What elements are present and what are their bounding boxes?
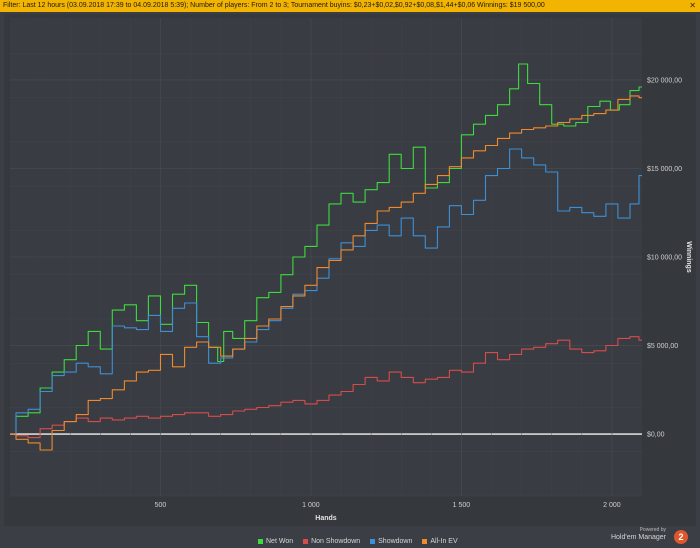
brand-name: Hold'em Manager [610, 534, 666, 541]
chart-frame: $0,00 $5 000,00 $10 000,00 $15 000,00 $20 00… [4, 14, 696, 526]
legend-label: Non Showdown [311, 537, 361, 545]
hm2-logo-icon: 2 [674, 530, 688, 544]
legend-label: Net Won [266, 537, 294, 545]
y-tick-label: $20 000,00 [647, 77, 682, 84]
x-tick-label: 1 000 [302, 502, 320, 509]
x-tick-label: 2 000 [603, 502, 621, 509]
y-tick-label: $15 000,00 [647, 166, 682, 173]
y-tick-label: $10 000,00 [647, 255, 682, 262]
filter-text: Filter: Last 12 hours (03.09.2018 17:39 … [3, 2, 545, 9]
x-tick-label: 1 500 [453, 502, 471, 509]
y-tick-label: $5 000,00 [647, 343, 678, 350]
close-icon[interactable]: ✕ [689, 0, 696, 12]
legend-swatch [370, 538, 376, 544]
y-tick-label: $0,00 [647, 432, 665, 439]
chart-legend: Net Won Non Showdown Showdown All-In EV [258, 536, 458, 546]
legend-item-all-in-ev[interactable]: All-In EV [422, 536, 458, 546]
winnings-chart: $0,00 $5 000,00 $10 000,00 $15 000,00 $20 00… [10, 18, 692, 522]
legend-item-net-won[interactable]: Net Won [258, 536, 293, 546]
legend-swatch [258, 538, 263, 544]
brand-logo: Powered by Hold'em Manager 2 [611, 527, 688, 545]
legend-swatch [422, 538, 428, 544]
powered-by-text: Powered by [639, 527, 666, 533]
y-axis-label: Winnings [685, 241, 692, 273]
filter-bar: Filter: Last 12 hours (03.09.2018 17:39 … [0, 0, 700, 12]
legend-item-non-showdown[interactable]: Non Showdown [303, 536, 360, 546]
legend-swatch [303, 538, 309, 544]
legend-item-showdown[interactable]: Showdown [370, 536, 412, 546]
legend-label: Showdown [378, 537, 413, 545]
x-axis-label: Hands [315, 515, 337, 522]
x-tick-label: 500 [155, 502, 167, 509]
legend-label: All-In EV [430, 537, 458, 545]
